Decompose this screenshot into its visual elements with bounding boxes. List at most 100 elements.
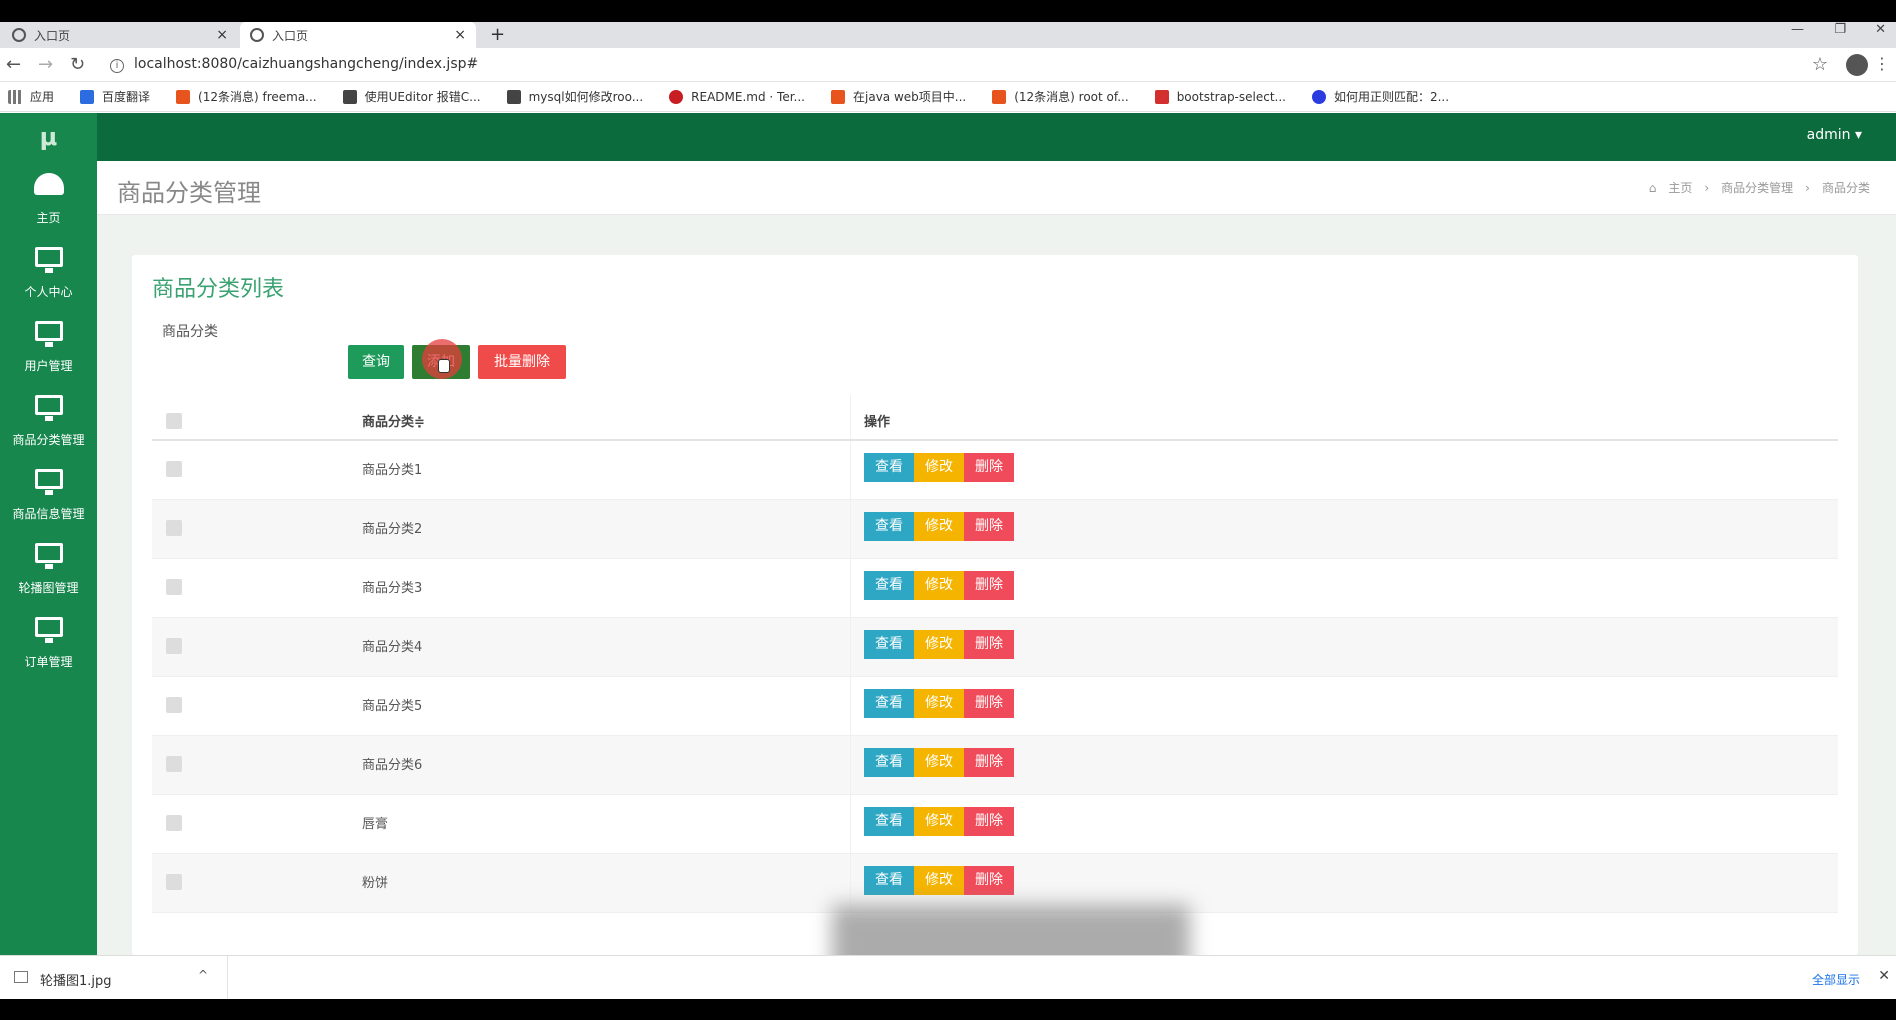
row-checkbox[interactable] xyxy=(166,638,182,654)
sidebar-item-home[interactable]: 主页 xyxy=(0,161,97,235)
info-icon[interactable]: i xyxy=(110,59,124,73)
view-button[interactable]: 查看 xyxy=(864,748,914,777)
minimize-icon[interactable]: — xyxy=(1791,22,1804,44)
row-checkbox[interactable] xyxy=(166,756,182,772)
list-card: 商品分类列表 商品分类 查询 添加 批量删除 商品分类≑ 操作 商品分类1查看修… xyxy=(132,255,1858,955)
view-button[interactable]: 查看 xyxy=(864,689,914,718)
view-button[interactable]: 查看 xyxy=(864,866,914,895)
forward-icon[interactable]: → xyxy=(38,54,53,75)
query-button[interactable]: 查询 xyxy=(348,345,404,379)
select-all-checkbox[interactable] xyxy=(166,413,182,429)
row-checkbox[interactable] xyxy=(166,520,182,536)
breadcrumb-current: 商品分类 xyxy=(1821,181,1870,195)
column-divider xyxy=(850,559,851,617)
page-header: 商品分类管理 ⌂ 主页 › 商品分类管理 › 商品分类 xyxy=(97,161,1896,215)
delete-button[interactable]: 删除 xyxy=(964,630,1014,659)
close-tab-icon[interactable]: × xyxy=(216,27,228,43)
row-actions: 查看 修改 删除 xyxy=(864,689,1014,718)
bookmark-favicon xyxy=(80,89,95,104)
download-item[interactable]: 轮播图1.jpg ^ xyxy=(0,956,228,1000)
show-all-link[interactable]: 全部显示 xyxy=(1812,971,1860,988)
row-actions: 查看 修改 删除 xyxy=(864,571,1014,600)
close-window-icon[interactable]: ✕ xyxy=(1875,22,1886,44)
filter-label: 商品分类 xyxy=(162,324,218,340)
edit-button[interactable]: 修改 xyxy=(914,630,964,659)
edit-button[interactable]: 修改 xyxy=(914,807,964,836)
content-area: 商品分类列表 商品分类 查询 添加 批量删除 商品分类≑ 操作 商品分类1查看修… xyxy=(97,215,1896,955)
view-button[interactable]: 查看 xyxy=(864,630,914,659)
globe-icon xyxy=(250,28,264,42)
row-checkbox[interactable] xyxy=(166,579,182,595)
delete-button[interactable]: 删除 xyxy=(964,689,1014,718)
row-checkbox[interactable] xyxy=(166,815,182,831)
edit-button[interactable]: 修改 xyxy=(914,512,964,541)
menu-icon[interactable]: ⋮ xyxy=(1874,54,1890,73)
bookmark-star-icon[interactable]: ☆ xyxy=(1812,54,1828,75)
breadcrumb: ⌂ 主页 › 商品分类管理 › 商品分类 xyxy=(1643,179,1876,196)
row-checkbox[interactable] xyxy=(166,874,182,890)
edit-button[interactable]: 修改 xyxy=(914,866,964,895)
close-download-bar-icon[interactable]: ✕ xyxy=(1878,968,1890,984)
delete-button[interactable]: 删除 xyxy=(964,512,1014,541)
sidebar-item-products[interactable]: 商品信息管理 xyxy=(0,457,97,531)
column-divider xyxy=(850,500,851,558)
bookmark-item[interactable]: 百度翻译 xyxy=(80,88,150,105)
bookmark-item[interactable]: README.md · Ter... xyxy=(669,89,805,104)
breadcrumb-home[interactable]: 主页 xyxy=(1668,181,1692,195)
bookmark-item[interactable]: 如何用正则匹配：2... xyxy=(1311,88,1449,105)
monitor-icon xyxy=(35,395,63,421)
profile-icon[interactable] xyxy=(1846,54,1868,76)
bookmark-item[interactable]: 在java web项目中... xyxy=(831,88,966,105)
back-icon[interactable]: ← xyxy=(6,54,21,75)
edit-button[interactable]: 修改 xyxy=(914,571,964,600)
sidebar-item-profile[interactable]: 个人中心 xyxy=(0,235,97,309)
bookmark-item[interactable]: mysql如何修改roo... xyxy=(506,88,643,105)
sidebar-item-users[interactable]: 用户管理 xyxy=(0,309,97,383)
view-button[interactable]: 查看 xyxy=(864,807,914,836)
delete-button[interactable]: 删除 xyxy=(964,748,1014,777)
monitor-icon xyxy=(35,469,63,495)
delete-button[interactable]: 删除 xyxy=(964,571,1014,600)
dashboard-icon xyxy=(34,173,64,195)
tab-title: 入口页 xyxy=(272,28,309,43)
bookmark-apps[interactable]: 应用 xyxy=(8,88,54,105)
bookmark-item[interactable]: 使用UEditor 报错C... xyxy=(342,88,481,105)
header-operations: 操作 xyxy=(864,415,891,430)
view-button[interactable]: 查看 xyxy=(864,571,914,600)
sidebar-item-carousel[interactable]: 轮播图管理 xyxy=(0,531,97,605)
table-row: 商品分类6 查看 修改 删除 xyxy=(152,736,1838,795)
batch-delete-button[interactable]: 批量删除 xyxy=(478,345,566,379)
bookmark-item[interactable]: (12条消息) freema... xyxy=(176,88,317,105)
url-field[interactable]: i localhost:8080/caizhuangshangcheng/inde… xyxy=(110,56,478,73)
restore-icon[interactable]: ❐ xyxy=(1834,22,1846,44)
reload-icon[interactable]: ↻ xyxy=(70,54,85,75)
view-button[interactable]: 查看 xyxy=(864,453,914,482)
card-title: 商品分类列表 xyxy=(152,277,285,302)
edit-button[interactable]: 修改 xyxy=(914,748,964,777)
bookmark-favicon xyxy=(1311,89,1326,104)
bookmark-item[interactable]: (12条消息) root of... xyxy=(992,88,1129,105)
delete-button[interactable]: 删除 xyxy=(964,866,1014,895)
edit-button[interactable]: 修改 xyxy=(914,689,964,718)
bookmark-favicon xyxy=(506,89,521,104)
bookmark-item[interactable]: bootstrap-select... xyxy=(1154,89,1286,104)
close-tab-icon[interactable]: × xyxy=(454,27,466,43)
edit-button[interactable]: 修改 xyxy=(914,453,964,482)
globe-icon xyxy=(12,28,26,42)
breadcrumb-section[interactable]: 商品分类管理 xyxy=(1721,181,1793,195)
view-button[interactable]: 查看 xyxy=(864,512,914,541)
browser-tab-2[interactable]: 入口页 × xyxy=(240,22,476,48)
chevron-up-icon[interactable]: ^ xyxy=(198,968,208,982)
new-tab-icon[interactable]: + xyxy=(490,22,505,48)
header-category[interactable]: 商品分类≑ xyxy=(362,411,425,430)
sidebar-item-categories[interactable]: 商品分类管理 xyxy=(0,383,97,457)
column-divider xyxy=(850,736,851,794)
user-menu[interactable]: admin ▾ xyxy=(1807,127,1862,143)
sidebar-item-orders[interactable]: 订单管理 xyxy=(0,605,97,679)
delete-button[interactable]: 删除 xyxy=(964,453,1014,482)
row-checkbox[interactable] xyxy=(166,461,182,477)
tab-title: 入口页 xyxy=(34,28,71,43)
browser-tab-1[interactable]: 入口页 × xyxy=(2,22,238,48)
row-checkbox[interactable] xyxy=(166,697,182,713)
delete-button[interactable]: 删除 xyxy=(964,807,1014,836)
